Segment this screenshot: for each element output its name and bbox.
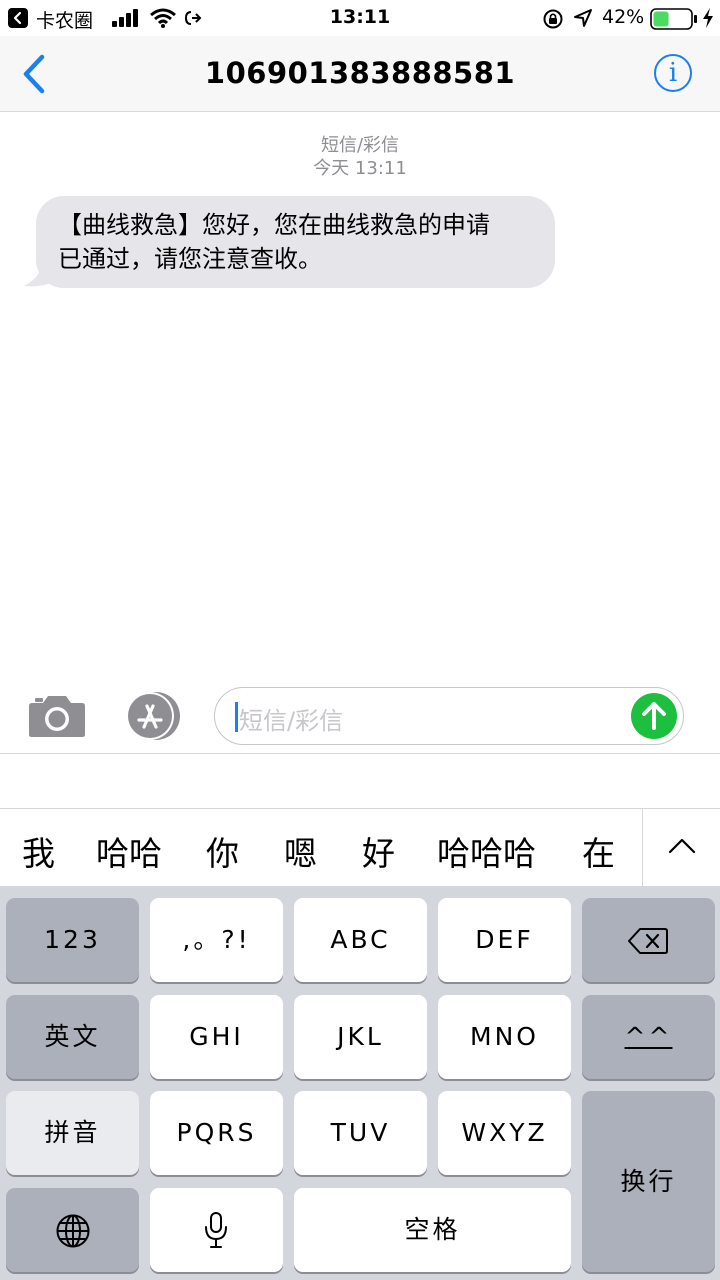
key-label: DEF <box>475 925 534 954</box>
prediction-item[interactable]: 在 <box>582 827 615 875</box>
predictive-bar: 我 哈哈 你 嗯 好 哈哈哈 在 <box>0 808 720 887</box>
microphone-icon[interactable] <box>150 1188 283 1272</box>
message-timestamp: 今天 13:11 <box>313 158 407 179</box>
key-pqrs[interactable]: PQRS <box>150 1091 283 1175</box>
key-punctuation[interactable]: ,。?! <box>150 898 283 982</box>
message-input-placeholder: 短信/彩信 <box>239 707 344 735</box>
key-label: 拼音 <box>44 1118 101 1147</box>
key-return[interactable]: 换行 <box>582 1091 715 1272</box>
key-label: PQRS <box>176 1118 257 1147</box>
key-label: MNO <box>470 1022 539 1051</box>
key-label: ^^ <box>624 1022 673 1051</box>
key-label: JKL <box>337 1022 384 1051</box>
keyboard: 123 ,。?! ABC DEF 英文 GHI JKL MNO ^^ 拼音 PQ… <box>0 886 720 1280</box>
backspace-icon[interactable] <box>582 898 715 982</box>
key-tuv[interactable]: TUV <box>294 1091 427 1175</box>
key-english[interactable]: 英文 <box>6 995 139 1079</box>
key-label: 空格 <box>404 1215 461 1244</box>
key-label: 英文 <box>44 1022 101 1051</box>
key-label: TUV <box>330 1118 391 1147</box>
globe-icon[interactable] <box>6 1188 139 1272</box>
message-line: 已通过，请您注意查收。 <box>58 245 322 273</box>
key-label: ABC <box>330 925 391 954</box>
key-wxyz[interactable]: WXYZ <box>438 1091 571 1175</box>
key-space[interactable]: 空格 <box>294 1188 571 1272</box>
message-input[interactable]: 短信/彩信 <box>214 687 684 745</box>
message-text: 【曲线救急】您好，您在曲线救急的申请 已通过，请您注意查收。 <box>36 196 555 288</box>
status-bar: 卡农圈 13:11 42% <box>0 0 720 36</box>
key-def[interactable]: DEF <box>438 898 571 982</box>
battery-icon <box>650 8 697 30</box>
prediction-item[interactable]: 我 <box>22 827 55 875</box>
send-arrow-icon[interactable] <box>631 693 677 739</box>
conversation-header: 106901383888581 i <box>0 36 720 112</box>
app-store-icon[interactable] <box>122 690 182 742</box>
key-pinyin[interactable]: 拼音 <box>6 1091 139 1175</box>
battery-percent: 42% <box>602 6 645 28</box>
key-mno[interactable]: MNO <box>438 995 571 1079</box>
location-icon <box>574 9 592 27</box>
prediction-item[interactable]: 嗯 <box>284 827 317 875</box>
message-line: 【曲线救急】您好，您在曲线救急的申请 <box>58 211 490 239</box>
service-label: 短信/彩信 <box>320 135 400 156</box>
camera-icon[interactable] <box>28 694 86 738</box>
message-meta: 短信/彩信 今天 13:11 <box>0 134 720 180</box>
key-label: 123 <box>44 925 101 954</box>
prediction-item[interactable]: 哈哈 <box>96 827 162 875</box>
key-label: WXYZ <box>461 1118 548 1147</box>
key-jkl[interactable]: JKL <box>294 995 427 1079</box>
conversation-title: 106901383888581 <box>204 56 516 90</box>
rotation-lock-icon <box>543 9 563 29</box>
charging-bolt-icon <box>703 8 713 28</box>
key-label: GHI <box>189 1022 244 1051</box>
text-caret <box>235 702 238 732</box>
prediction-item[interactable]: 你 <box>206 827 239 875</box>
composer: 短信/彩信 <box>0 680 720 754</box>
prediction-item[interactable]: 好 <box>362 827 395 875</box>
key-ghi[interactable]: GHI <box>150 995 283 1079</box>
key-numbers[interactable]: 123 <box>6 898 139 982</box>
key-emoticon[interactable]: ^^ <box>582 995 715 1079</box>
key-label: ,。?! <box>182 925 251 954</box>
prediction-item[interactable]: 哈哈哈 <box>437 827 536 875</box>
key-label: 换行 <box>620 1167 677 1196</box>
key-abc[interactable]: ABC <box>294 898 427 982</box>
info-icon[interactable]: i <box>654 54 692 92</box>
chevron-up-icon[interactable] <box>642 809 720 887</box>
